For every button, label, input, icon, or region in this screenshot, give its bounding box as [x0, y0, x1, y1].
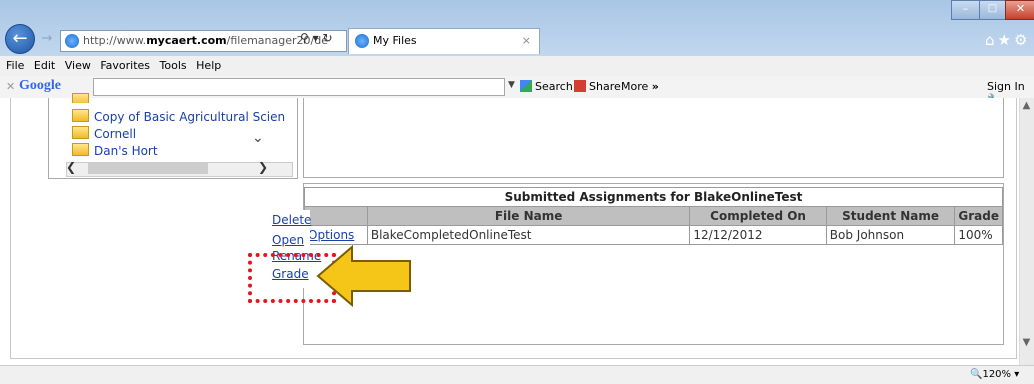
status-bar: 🔍120% ▾: [0, 365, 1034, 384]
menu-help[interactable]: Help: [196, 56, 221, 76]
address-url: http://www.mycaert.com/filemanager20/de: [83, 34, 328, 47]
zoom-icon: 🔍: [970, 369, 983, 380]
refresh-icon[interactable]: ↻: [322, 31, 332, 45]
google-search-label: Search: [535, 80, 573, 93]
share-label: Share: [589, 80, 621, 93]
chevron-down-icon[interactable]: ▾: [313, 31, 319, 45]
forward-button[interactable]: →: [38, 30, 56, 48]
search-icon[interactable]: ⚲: [300, 31, 309, 45]
grade-cell: 100%: [954, 225, 1003, 245]
back-button[interactable]: ←: [5, 24, 35, 54]
more-chevron-icon: »: [651, 80, 659, 93]
close-toolbar-icon[interactable]: ✕: [6, 80, 15, 93]
assignments-table: Submitted Assignments for BlakeOnlineTes…: [304, 187, 1003, 245]
menu-item-delete[interactable]: Delete: [272, 213, 311, 227]
ie-page-icon: [65, 34, 79, 48]
zoom-control[interactable]: 🔍120% ▾: [970, 369, 1019, 380]
options-link[interactable]: Options: [308, 228, 354, 242]
folder-item[interactable]: Copy of Basic Agricultural Scien: [72, 109, 285, 124]
google-search-input[interactable]: [93, 78, 505, 96]
menu-view[interactable]: View: [65, 56, 91, 76]
scroll-left-icon[interactable]: ❮: [66, 160, 76, 174]
menu-item-open[interactable]: Open: [272, 233, 304, 247]
chevron-down-icon[interactable]: ▼: [508, 80, 515, 90]
table-caption: Submitted Assignments for BlakeOnlineTes…: [304, 187, 1003, 207]
favorites-star-icon[interactable]: ★: [998, 31, 1014, 49]
column-header-file-name: File Name: [366, 206, 691, 226]
address-tools: ⚲ ▾ ↻: [300, 31, 333, 45]
scroll-down-icon[interactable]: ▼: [1019, 337, 1034, 351]
minimize-button[interactable]: –: [951, 0, 980, 20]
student-name-cell: Bob Johnson: [825, 225, 956, 245]
options-cell[interactable]: Options: [304, 225, 368, 245]
file-preview-panel: [303, 98, 1004, 178]
share-icon: [574, 80, 586, 92]
close-window-button[interactable]: ✕: [1005, 0, 1034, 20]
folder-item[interactable]: Cornell: [72, 126, 136, 141]
column-header-grade: Grade: [954, 206, 1003, 226]
sign-in-label: Sign In: [987, 80, 1025, 93]
toolbar-right-icons: ⌂★⚙: [985, 31, 1030, 49]
menu-file[interactable]: File: [6, 56, 24, 76]
more-button[interactable]: More »: [621, 80, 659, 93]
google-search-button[interactable]: Search ▾: [520, 80, 582, 93]
folder-icon: [72, 93, 89, 103]
file-name-cell: BlakeCompletedOnlineTest: [366, 225, 691, 245]
column-header-completed-on: Completed On: [689, 206, 827, 226]
menu-tools[interactable]: Tools: [160, 56, 187, 76]
tab-my-files[interactable]: My Files ×: [348, 28, 540, 54]
google-toolbar: ✕ Google ▼ Search ▾ Share More » Sign In…: [0, 76, 1034, 106]
table-header-row: File Name Completed On Student Name Grad…: [304, 206, 1003, 226]
scroll-right-icon[interactable]: ❯: [258, 160, 268, 174]
share-button[interactable]: Share: [574, 80, 621, 93]
folder-label: Dan's Hort: [94, 144, 158, 158]
menu-bar: File Edit View Favorites Tools Help: [0, 56, 1034, 77]
column-header-options: [304, 206, 368, 226]
maximize-button[interactable]: □: [979, 0, 1006, 20]
folder-item[interactable]: Dan's Hort: [72, 143, 158, 158]
scrollbar-thumb[interactable]: [88, 163, 208, 174]
column-header-student-name: Student Name: [825, 206, 956, 226]
tab-title: My Files: [373, 34, 417, 47]
folder-icon: [72, 109, 89, 122]
gear-icon[interactable]: ⚙: [1014, 31, 1030, 49]
more-label: More: [621, 80, 649, 93]
table-row: Options BlakeCompletedOnlineTest 12/12/2…: [304, 225, 1003, 245]
home-icon[interactable]: ⌂: [985, 31, 998, 49]
folder-clipped-item: [72, 93, 94, 103]
folder-icon: [72, 126, 89, 139]
menu-favorites[interactable]: Favorites: [100, 56, 150, 76]
folder-label: Cornell: [94, 127, 137, 141]
zoom-level: 120%: [982, 369, 1012, 380]
folder-label: Copy of Basic Agricultural Scien: [94, 110, 286, 124]
ie-page-icon: [355, 34, 369, 48]
tab-close-icon[interactable]: ×: [522, 29, 531, 53]
google-logo: Google: [19, 78, 61, 93]
pointer-arrow-icon: [316, 245, 411, 307]
scroll-down-chevron-icon[interactable]: ⌄: [252, 130, 264, 146]
completed-on-cell: 12/12/2012: [689, 225, 827, 245]
page-vertical-scrollbar[interactable]: [1019, 98, 1034, 365]
scroll-up-icon[interactable]: ▲: [1019, 100, 1034, 114]
search-icon: [520, 80, 532, 92]
folder-icon: [72, 143, 89, 156]
menu-edit[interactable]: Edit: [34, 56, 55, 76]
